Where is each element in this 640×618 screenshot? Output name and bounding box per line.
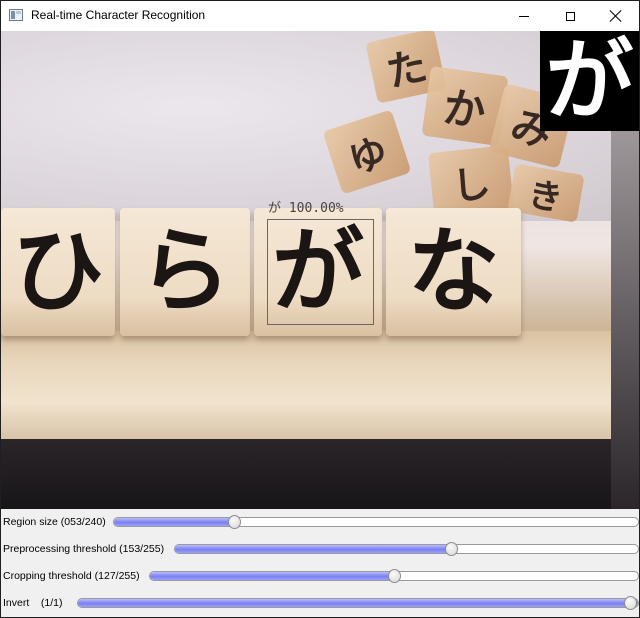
background-block-char: ゆ (343, 128, 393, 183)
slider-track[interactable] (77, 598, 639, 608)
camera-view: た か ゆ み し き ひ ら が な が 100.00% が (1, 31, 639, 509)
slider-thumb[interactable] (388, 569, 401, 583)
close-icon (610, 10, 622, 22)
slider-fill (175, 545, 453, 553)
slider-thumb[interactable] (624, 596, 637, 610)
background-block-char: し (450, 160, 493, 209)
minimize-button[interactable] (501, 1, 547, 31)
background-block: ゆ (322, 109, 412, 195)
preview-char: が (545, 31, 634, 131)
slider-fill (150, 572, 395, 580)
slider-cropping-threshold: Cropping threshold (127/255) (1, 563, 639, 590)
background-block-char: き (525, 173, 566, 220)
detection-box (267, 219, 374, 325)
character-block: ひ (1, 208, 115, 336)
character-block-char: ひ (11, 218, 104, 325)
minimize-icon (519, 15, 529, 17)
title-bar[interactable]: Real-time Character Recognition (1, 1, 639, 31)
maximize-icon (565, 11, 575, 21)
slider-fill (114, 518, 236, 526)
background-block-char: た (382, 43, 432, 97)
binarized-preview: が (540, 31, 639, 131)
character-block-char: ら (138, 218, 231, 325)
slider-thumb[interactable] (228, 515, 241, 529)
app-window: Real-time Character Recognition た か ゆ み … (0, 0, 640, 618)
slider-preprocessing-threshold: Preprocessing threshold (153/255) (1, 536, 639, 563)
slider-track[interactable] (113, 517, 639, 527)
slider-label: Invert (1/1) (3, 597, 63, 609)
detection-label: が 100.00% (268, 201, 344, 216)
table-surface (1, 331, 639, 441)
character-block-char: な (407, 218, 500, 325)
background-block: し (427, 144, 515, 218)
slider-label: Preprocessing threshold (153/255) (3, 543, 165, 555)
close-button[interactable] (593, 1, 639, 31)
slider-region-size: Region size (053/240) (1, 509, 639, 536)
slider-thumb[interactable] (445, 542, 458, 556)
character-block: な (386, 208, 521, 336)
slider-label: Region size (053/240) (3, 516, 106, 528)
window-title: Real-time Character Recognition (31, 8, 206, 22)
character-block: ら (120, 208, 250, 336)
controls-panel: Region size (053/240) Preprocessing thre… (1, 509, 639, 617)
slider-invert: Invert (1/1) (1, 590, 639, 617)
slider-fill (78, 599, 638, 607)
background-block-char: か (440, 81, 489, 137)
slider-track[interactable] (174, 544, 639, 554)
maximize-button[interactable] (547, 1, 593, 31)
app-window-icon (9, 9, 23, 21)
slider-label: Cropping threshold (127/255) (3, 570, 140, 582)
table-shadow (1, 439, 639, 509)
